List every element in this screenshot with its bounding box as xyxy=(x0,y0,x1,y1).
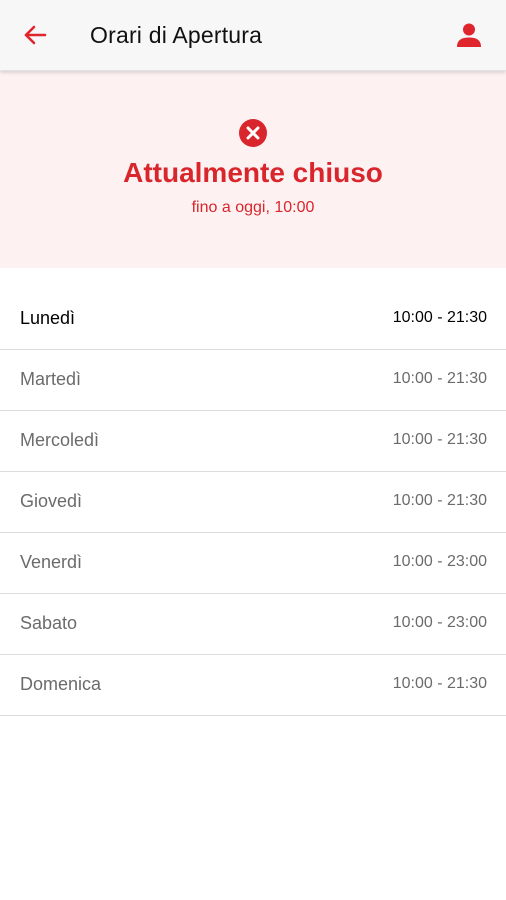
status-panel: Attualmente chiuso fino a oggi, 10:00 xyxy=(0,71,506,268)
day-row-thursday: Giovedì 10:00 - 21:30 xyxy=(0,472,506,533)
app-header: Orari di Apertura xyxy=(0,0,506,71)
profile-button[interactable] xyxy=(452,18,486,52)
day-hours: 10:00 - 21:30 xyxy=(392,309,487,326)
close-circle-icon xyxy=(239,119,267,147)
day-row-wednesday: Mercoledì 10:00 - 21:30 xyxy=(0,411,506,472)
day-name: Giovedì xyxy=(20,491,83,511)
page-title: Orari di Apertura xyxy=(90,22,263,48)
day-row-tuesday: Martedì 10:00 - 21:30 xyxy=(0,350,506,411)
day-hours: 10:00 - 23:00 xyxy=(392,614,487,631)
day-row-saturday: Sabato 10:00 - 23:00 xyxy=(0,594,506,655)
day-name: Sabato xyxy=(20,613,78,633)
day-hours: 10:00 - 23:00 xyxy=(392,553,487,570)
day-name: Martedì xyxy=(20,369,82,389)
day-name: Venerdì xyxy=(20,552,83,572)
day-name: Mercoledì xyxy=(20,430,100,450)
opening-hours-list: Lunedì 10:00 - 21:30 Martedì 10:00 - 21:… xyxy=(0,289,506,716)
status-title: Attualmente chiuso xyxy=(123,157,383,188)
arrow-left-icon xyxy=(24,25,47,45)
day-hours: 10:00 - 21:30 xyxy=(392,675,487,692)
day-name: Lunedì xyxy=(20,308,76,328)
day-hours: 10:00 - 21:30 xyxy=(392,431,487,448)
user-icon xyxy=(457,23,481,47)
day-row-sunday: Domenica 10:00 - 21:30 xyxy=(0,655,506,716)
day-hours: 10:00 - 21:30 xyxy=(392,370,487,387)
day-name: Domenica xyxy=(20,674,102,694)
back-button[interactable] xyxy=(18,20,52,50)
day-row-friday: Venerdì 10:00 - 23:00 xyxy=(0,533,506,594)
day-row-monday: Lunedì 10:00 - 21:30 xyxy=(0,289,506,350)
status-subtitle: fino a oggi, 10:00 xyxy=(191,199,315,216)
day-hours: 10:00 - 21:30 xyxy=(392,492,487,509)
